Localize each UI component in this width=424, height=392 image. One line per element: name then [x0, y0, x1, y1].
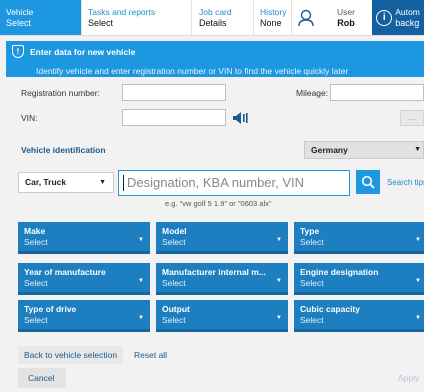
banner-title: Enter data for new vehicle: [30, 46, 136, 57]
chevron-down-icon: ▼: [99, 179, 106, 186]
filter-value: Select: [300, 278, 324, 288]
filter-output[interactable]: Output Select ▼: [156, 300, 288, 332]
nav-history-value: None: [260, 17, 282, 28]
vehicle-type-value: Car, Truck: [25, 177, 67, 187]
nav-tasks-value: Select: [88, 17, 114, 28]
filter-make[interactable]: Make Select ▼: [18, 222, 150, 254]
filter-model[interactable]: Model Select ▼: [156, 222, 288, 254]
chevron-down-icon: ▼: [415, 237, 421, 243]
nav-job-card-label: Job card: [199, 6, 232, 17]
cancel-button[interactable]: Cancel: [18, 368, 66, 388]
alert-shield-icon: !: [12, 45, 24, 58]
mileage-input[interactable]: [330, 84, 424, 101]
filter-cubic-capacity[interactable]: Cubic capacity Select ▼: [294, 300, 424, 332]
filter-label: Manufacturer internal m...: [162, 267, 266, 277]
filter-label: Year of manufacture: [24, 267, 106, 277]
nav-user-value: Rob: [337, 17, 355, 28]
nav-job-card-value: Details: [199, 17, 227, 28]
chevron-down-icon: ▼: [415, 315, 421, 321]
reset-all-button[interactable]: Reset all: [134, 346, 194, 364]
filter-label: Output: [162, 304, 190, 314]
chevron-down-icon: ▼: [415, 278, 421, 284]
search-icon: [361, 175, 375, 189]
nav-tasks-label: Tasks and reports: [88, 6, 156, 17]
registration-input[interactable]: [122, 84, 226, 101]
back-to-vehicle-selection-button[interactable]: Back to vehicle selection: [18, 346, 123, 364]
chevron-down-icon: ▼: [276, 315, 282, 321]
apply-button[interactable]: Apply: [398, 373, 419, 383]
filter-value: Select: [162, 315, 186, 325]
country-select[interactable]: Germany ▼: [304, 141, 424, 159]
nav-user-label: User: [337, 6, 355, 17]
nav-vehicle-value: Select: [6, 17, 32, 28]
filter-value: Select: [162, 278, 186, 288]
filter-engine-designation[interactable]: Engine designation Select ▼: [294, 263, 424, 295]
nav-history-label: History: [260, 6, 287, 17]
chevron-down-icon: ▼: [138, 315, 144, 321]
nav-vehicle[interactable]: Vehicle Select: [0, 0, 82, 35]
vin-label: VIN:: [21, 113, 38, 123]
nav-vehicle-label: Vehicle: [6, 6, 34, 17]
info-icon: i: [376, 9, 393, 26]
filter-year-of-manufacture[interactable]: Year of manufacture Select ▼: [18, 263, 150, 295]
search-button[interactable]: [356, 170, 380, 194]
chevron-down-icon: ▼: [276, 237, 282, 243]
filter-value: Select: [300, 237, 324, 247]
nav-tasks[interactable]: Tasks and reports Select: [82, 0, 192, 35]
registration-label: Registration number:: [21, 88, 100, 98]
nav-auto-background[interactable]: i Autom backg: [372, 0, 424, 35]
nav-job-card[interactable]: Job card Details: [192, 0, 254, 35]
filter-manufacturer-internal[interactable]: Manufacturer internal m... Select ▼: [156, 263, 288, 295]
vin-more-button[interactable]: ...: [400, 110, 424, 126]
chevron-down-icon: ▼: [276, 278, 282, 284]
filter-value: Select: [162, 237, 186, 247]
filter-value: Select: [300, 315, 324, 325]
filter-label: Model: [162, 226, 187, 236]
chevron-down-icon: ▼: [138, 237, 144, 243]
filter-label: Type: [300, 226, 320, 236]
search-input[interactable]: Designation, KBA number, VIN: [118, 170, 350, 196]
filter-label: Type of drive: [24, 304, 77, 314]
speaker-icon[interactable]: [232, 112, 250, 124]
filter-value: Select: [24, 237, 48, 247]
vin-input[interactable]: [122, 109, 226, 126]
nav-history[interactable]: History None: [254, 0, 292, 35]
vehicle-type-select[interactable]: Car, Truck ▼: [18, 172, 114, 193]
filter-label: Cubic capacity: [300, 304, 360, 314]
banner-text: Identify vehicle and enter registration …: [36, 66, 349, 76]
filter-label: Make: [24, 226, 46, 236]
nav-auto-line1: Autom: [395, 6, 420, 17]
chevron-down-icon: ▼: [138, 278, 144, 284]
text-caret: [123, 175, 124, 191]
chevron-down-icon: ▼: [414, 146, 421, 153]
mileage-label: Mileage:: [296, 88, 329, 98]
filter-type-of-drive[interactable]: Type of drive Select ▼: [18, 300, 150, 332]
info-banner: ! Enter data for new vehicle Identify ve…: [6, 41, 424, 77]
filter-type[interactable]: Type Select ▼: [294, 222, 424, 254]
country-select-value: Germany: [311, 145, 348, 155]
nav-auto-line2: backg: [395, 17, 420, 28]
vehicle-identification-title: Vehicle identification: [21, 145, 106, 155]
filter-value: Select: [24, 278, 48, 288]
top-navigation: Vehicle Select Tasks and reports Select …: [0, 0, 424, 36]
filter-value: Select: [24, 315, 48, 325]
nav-user[interactable]: User Rob: [320, 0, 372, 35]
user-icon[interactable]: [292, 0, 320, 35]
filter-label: Engine designation: [300, 267, 379, 277]
search-example-hint: e.g. "vw golf 5 1.9" or "0603 alx": [165, 199, 272, 208]
search-tips-link[interactable]: Search tips: [387, 178, 424, 187]
